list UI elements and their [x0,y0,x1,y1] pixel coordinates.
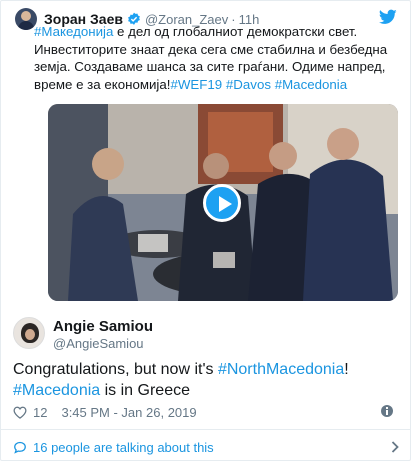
chevron-right-icon[interactable] [391,441,399,453]
hashtag-link[interactable]: #Davos [226,77,271,92]
play-button[interactable] [203,184,241,222]
hashtag-link[interactable]: #Macedonia [275,77,347,92]
heart-icon[interactable] [13,406,27,419]
hashtag-link[interactable]: #Македонија [34,24,113,39]
hashtag-link[interactable]: #Macedonia [13,382,100,399]
video-thumbnail[interactable] [48,104,398,301]
avatar[interactable] [13,317,45,349]
author-name[interactable]: Angie Samiou [53,318,153,335]
info-icon[interactable] [381,405,393,417]
reply-tweet-text: Congratulations, but now it's #NorthMace… [13,359,403,401]
conversation-label[interactable]: 16 people are talking about this [33,440,214,455]
tweet-meta: 12 3:45 PM - Jan 26, 2019 [13,403,197,421]
hashtag-link[interactable]: #WEF19 [170,77,222,92]
tweet-text-segment: is in Greece [100,382,190,399]
like-count[interactable]: 12 [33,405,47,420]
divider [1,429,411,430]
author-handle[interactable]: @AngieSamiou [53,336,144,351]
tweet-text-segment: Congratulations, but now it's [13,361,218,378]
quoted-tweet-text: #Македонија е дел од глобалниот демократ… [34,23,392,93]
tweet-timestamp[interactable]: 3:45 PM - Jan 26, 2019 [61,405,196,420]
tweet-text-segment: ! [344,361,349,378]
conversation-link[interactable]: 16 people are talking about this [13,438,399,456]
embedded-tweet-card: Зоран Заев @Zoran_Zaev · 11h #Македонија… [0,0,411,461]
speech-bubble-icon [14,441,26,454]
hashtag-link[interactable]: #NorthMacedonia [218,361,344,378]
